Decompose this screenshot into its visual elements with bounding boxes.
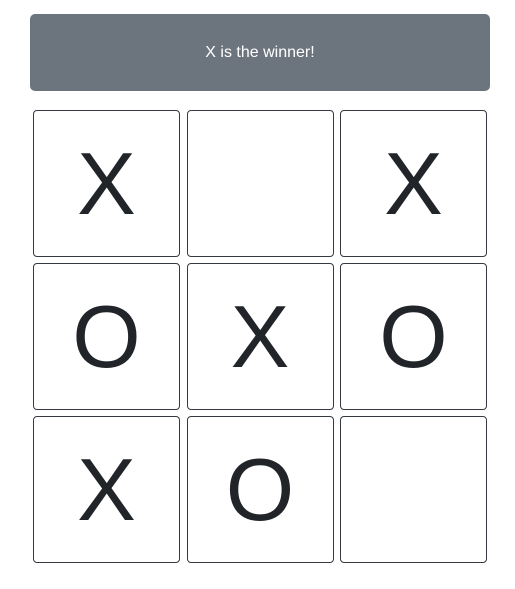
board-cell-8[interactable]: O bbox=[186, 416, 334, 563]
cell-mark: X bbox=[230, 286, 290, 386]
game-board: X X O X O X O bbox=[33, 110, 487, 563]
board-cell-6[interactable]: O bbox=[340, 263, 487, 410]
board-cell-3[interactable]: X bbox=[340, 110, 487, 257]
cell-mark: O bbox=[72, 286, 141, 386]
status-banner: X is the winner! bbox=[30, 14, 490, 91]
board-cell-2[interactable] bbox=[186, 110, 334, 257]
cell-mark: X bbox=[77, 133, 136, 233]
cell-mark: X bbox=[77, 439, 136, 539]
board-cell-5[interactable]: X bbox=[186, 263, 334, 410]
board-cell-1[interactable]: X bbox=[33, 110, 180, 257]
board-cell-4[interactable]: O bbox=[33, 263, 180, 410]
board-cell-7[interactable]: X bbox=[33, 416, 180, 563]
board-cell-9[interactable] bbox=[340, 416, 487, 563]
cell-mark: O bbox=[379, 286, 448, 386]
cell-mark: X bbox=[384, 133, 443, 233]
cell-mark: O bbox=[225, 439, 295, 539]
status-message: X is the winner! bbox=[205, 43, 315, 61]
